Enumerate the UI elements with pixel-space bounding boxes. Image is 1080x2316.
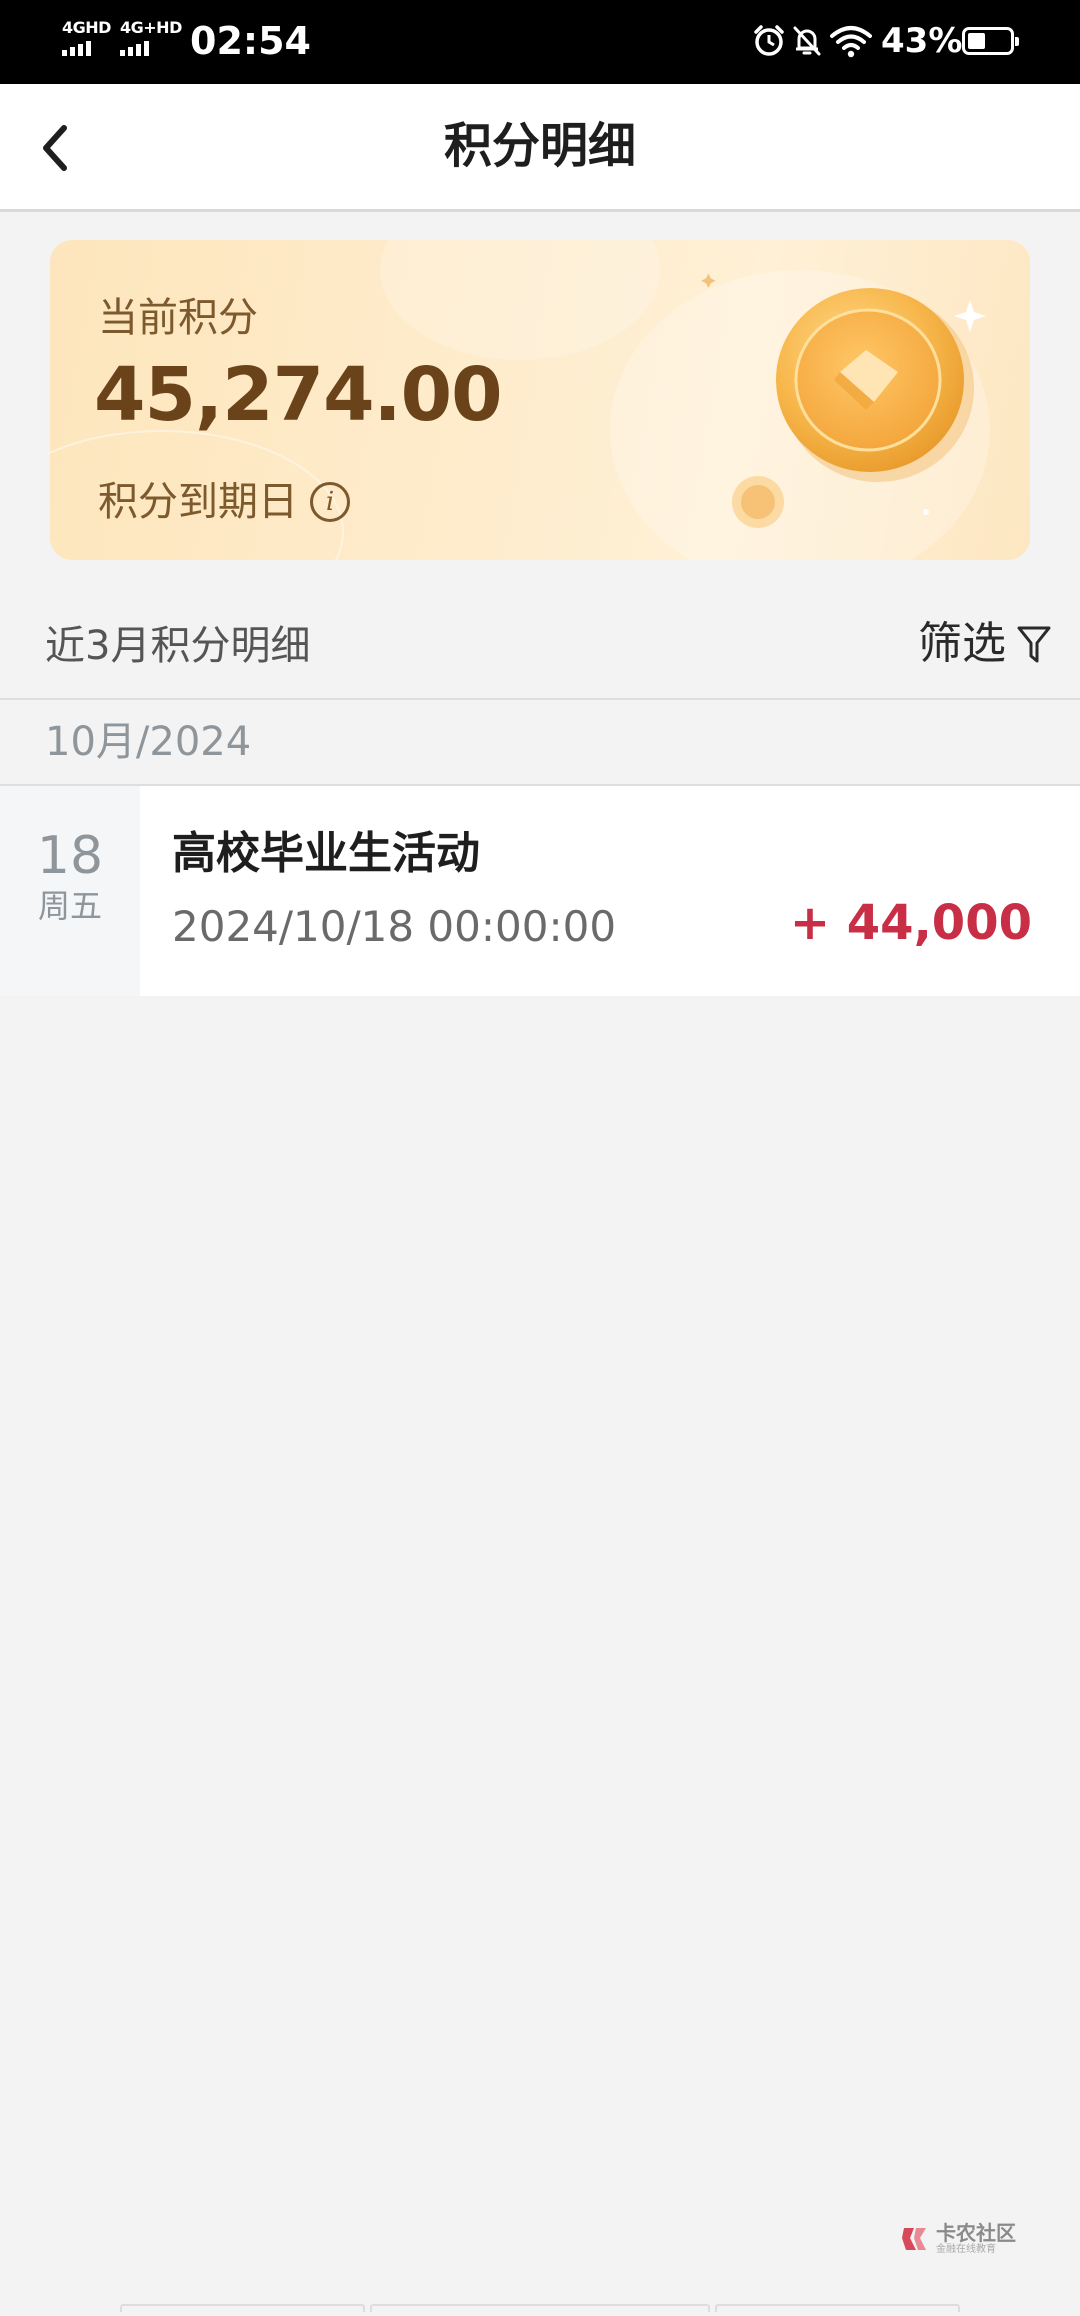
watermark-tagline: 金融在线教育 xyxy=(936,2244,996,2255)
page-title: 积分明细 xyxy=(443,118,636,174)
home-indicator xyxy=(715,2304,960,2312)
bell-off-icon xyxy=(793,26,821,56)
month-label: 10月/2024 xyxy=(45,719,252,765)
signal-bars-icon xyxy=(62,40,111,56)
coin-illustration-icon xyxy=(701,273,986,528)
record-weekday: 周五 xyxy=(37,887,102,925)
status-time: 02:54 xyxy=(190,19,311,63)
watermark-brand: 卡农社区 xyxy=(936,2221,1016,2245)
status-bar: 4GHD 4G+HD 02:54 43% xyxy=(0,0,1080,84)
record-amount: + 44,000 xyxy=(789,895,1032,951)
network-type-2: 4G+HD xyxy=(120,18,182,37)
battery-percentage: 43% xyxy=(881,21,963,61)
alarm-icon xyxy=(754,25,784,56)
filter-label: 筛选 xyxy=(918,618,1006,669)
month-header: 10月/2024 xyxy=(0,700,1080,784)
watermark-logo-icon xyxy=(902,2228,926,2250)
record-date: 18 周五 xyxy=(0,786,140,996)
nav-bar: 积分明细 xyxy=(0,84,1080,212)
watermark: 卡农社区 金融在线教育 xyxy=(900,2222,1016,2256)
battery-icon xyxy=(962,27,1019,55)
points-expiry[interactable]: 积分到期日 i xyxy=(98,476,350,528)
record-datetime: 2024/10/18 00:00:00 xyxy=(172,902,617,951)
history-title: 近3月积分明细 xyxy=(45,623,311,669)
card-decoration xyxy=(380,240,660,360)
current-points-label: 当前积分 xyxy=(98,295,258,341)
funnel-icon xyxy=(1017,626,1051,663)
network-type-1: 4GHD xyxy=(62,18,111,37)
list-item[interactable]: 18 周五 高校毕业生活动 2024/10/18 00:00:00 + 44,0… xyxy=(0,786,1080,996)
points-expiry-label: 积分到期日 xyxy=(98,479,298,525)
signal-bars-icon xyxy=(120,40,182,56)
record-title: 高校毕业生活动 xyxy=(172,828,480,879)
points-card: 当前积分 45,274.00 积分到期日 i xyxy=(50,240,1030,560)
cellular-signal-2: 4G+HD xyxy=(120,20,182,56)
history-header: 近3月积分明细 筛选 xyxy=(0,590,1080,698)
filter-button[interactable]: 筛选 xyxy=(918,616,1052,672)
home-indicator xyxy=(370,2304,710,2312)
info-icon[interactable]: i xyxy=(310,482,350,522)
home-indicator xyxy=(120,2304,365,2312)
record-day: 18 xyxy=(36,826,104,886)
cellular-signal-1: 4GHD xyxy=(62,20,111,56)
current-points-value: 45,274.00 xyxy=(94,352,503,438)
wifi-icon xyxy=(830,26,872,58)
